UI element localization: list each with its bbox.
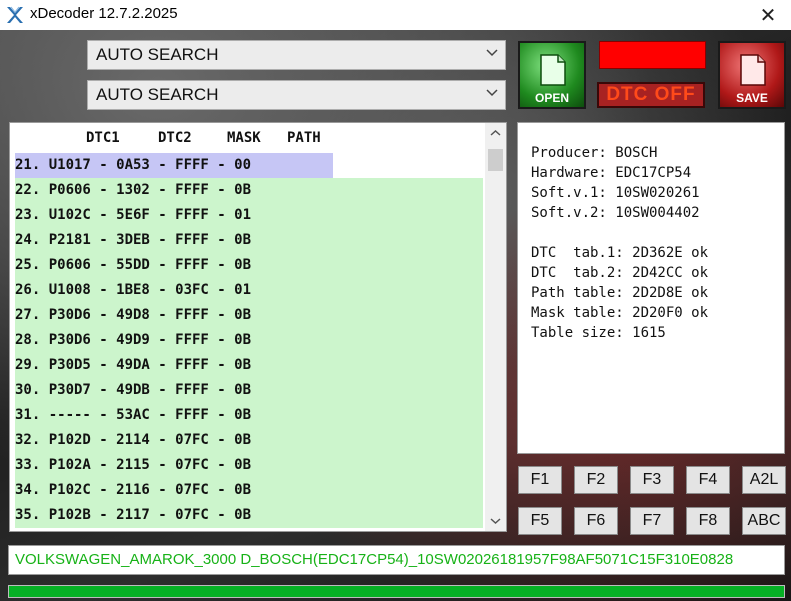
- column-header-dtc1: DTC1: [86, 130, 120, 146]
- close-icon: ✕: [759, 4, 777, 27]
- file-status-field: VOLKSWAGEN_AMAROK_3000 D_BOSCH(EDC17CP54…: [8, 545, 785, 575]
- chevron-down-icon: [486, 49, 498, 57]
- dtc-row[interactable]: 30. P30D7 - 49DB - FFFF - 0B: [15, 378, 483, 403]
- progress-fill: [9, 586, 784, 597]
- search-mode-select-1[interactable]: AUTO SEARCH: [87, 40, 506, 70]
- info-hardware: Hardware: EDC17CP54: [531, 165, 692, 181]
- f4-button[interactable]: F4: [686, 466, 730, 494]
- dtc-row[interactable]: 35. P102B - 2117 - 07FC - 0B: [15, 503, 483, 528]
- search-mode-select-2[interactable]: AUTO SEARCH: [87, 80, 506, 110]
- dtc-row[interactable]: 28. P30D6 - 49D9 - FFFF - 0B: [15, 328, 483, 353]
- dtc-row[interactable]: 26. U1008 - 1BE8 - 03FC - 01: [15, 278, 483, 303]
- abc-button[interactable]: ABC: [742, 507, 786, 535]
- dtc-row[interactable]: 32. P102D - 2114 - 07FC - 0B: [15, 428, 483, 453]
- info-mask-table: Mask table: 2D20F0 ok: [531, 305, 709, 321]
- dtc-list-header: DTC1 DTC2 MASK PATH: [10, 123, 488, 153]
- f2-button[interactable]: F2: [574, 466, 618, 494]
- a2l-button[interactable]: A2L: [742, 466, 786, 494]
- open-button[interactable]: OPEN: [518, 41, 586, 109]
- f5-button[interactable]: F5: [518, 507, 562, 535]
- info-dtc-tab1: DTC tab.1: 2D362E ok: [531, 245, 709, 261]
- save-file-icon: [740, 54, 766, 86]
- info-soft-v1: Soft.v.1: 10SW020261: [531, 185, 700, 201]
- scroll-down-button[interactable]: [485, 511, 506, 531]
- info-path-table: Path table: 2D2D8E ok: [531, 285, 709, 301]
- dtc-row[interactable]: 34. P102C - 2116 - 07FC - 0B: [15, 478, 483, 503]
- f1-button[interactable]: F1: [518, 466, 562, 494]
- xdecoder-logo-icon: [7, 6, 23, 23]
- scroll-up-button[interactable]: [485, 123, 506, 143]
- info-soft-v2: Soft.v.2: 10SW004402: [531, 205, 700, 221]
- dtc-list[interactable]: DTC1 DTC2 MASK PATH 21. U1017 - 0A53 - F…: [9, 122, 507, 532]
- chevron-down-icon: [486, 89, 498, 97]
- info-table-size: Table size: 1615: [531, 325, 666, 341]
- dtc-row[interactable]: 29. P30D5 - 49DA - FFFF - 0B: [15, 353, 483, 378]
- f7-button[interactable]: F7: [630, 507, 674, 535]
- search-mode-1-value: AUTO SEARCH: [96, 45, 219, 64]
- dtc-row[interactable]: 33. P102A - 2115 - 07FC - 0B: [15, 453, 483, 478]
- dtc-row[interactable]: 31. ----- - 53AC - FFFF - 0B: [15, 403, 483, 428]
- save-button[interactable]: SAVE: [718, 41, 786, 109]
- file-name-text: VOLKSWAGEN_AMAROK_3000 D_BOSCH(EDC17CP54…: [15, 551, 734, 568]
- open-button-label: OPEN: [534, 91, 569, 105]
- info-dtc-tab2: DTC tab.2: 2D42CC ok: [531, 265, 709, 281]
- f8-button[interactable]: F8: [686, 507, 730, 535]
- dtc-rows: 21. U1017 - 0A53 - FFFF - 00 22. P0606 -…: [15, 153, 483, 528]
- column-header-dtc2: DTC2: [158, 130, 192, 146]
- column-header-mask: MASK: [227, 130, 261, 146]
- search-mode-2-value: AUTO SEARCH: [96, 85, 219, 104]
- save-button-label: SAVE: [736, 91, 768, 105]
- chevron-down-icon: [490, 518, 501, 525]
- column-header-path: PATH: [287, 130, 321, 146]
- status-indicator: [599, 41, 706, 69]
- open-file-icon: [540, 54, 566, 86]
- info-producer: Producer: BOSCH: [531, 145, 658, 161]
- chevron-up-icon: [490, 129, 501, 136]
- dtc-row[interactable]: 22. P0606 - 1302 - FFFF - 0B: [15, 178, 483, 203]
- dtc-row[interactable]: 24. P2181 - 3DEB - FFFF - 0B: [15, 228, 483, 253]
- window-title: xDecoder 12.7.2.2025: [30, 5, 178, 22]
- progress-bar: [8, 585, 785, 598]
- f6-button[interactable]: F6: [574, 507, 618, 535]
- dtc-row[interactable]: 27. P30D6 - 49D8 - FFFF - 0B: [15, 303, 483, 328]
- close-button[interactable]: ✕: [745, 0, 791, 30]
- ecu-info-panel: Producer: BOSCH Hardware: EDC17CP54 Soft…: [517, 122, 785, 454]
- dtc-row[interactable]: 25. P0606 - 55DD - FFFF - 0B: [15, 253, 483, 278]
- list-scrollbar[interactable]: [485, 123, 506, 531]
- dtc-off-button[interactable]: DTC OFF: [597, 82, 705, 108]
- dtc-row-selected[interactable]: 21. U1017 - 0A53 - FFFF - 00: [15, 153, 333, 178]
- title-bar: xDecoder 12.7.2.2025 ✕: [0, 0, 791, 30]
- dtc-row[interactable]: 23. U102C - 5E6F - FFFF - 01: [15, 203, 483, 228]
- scroll-thumb[interactable]: [488, 149, 503, 171]
- f3-button[interactable]: F3: [630, 466, 674, 494]
